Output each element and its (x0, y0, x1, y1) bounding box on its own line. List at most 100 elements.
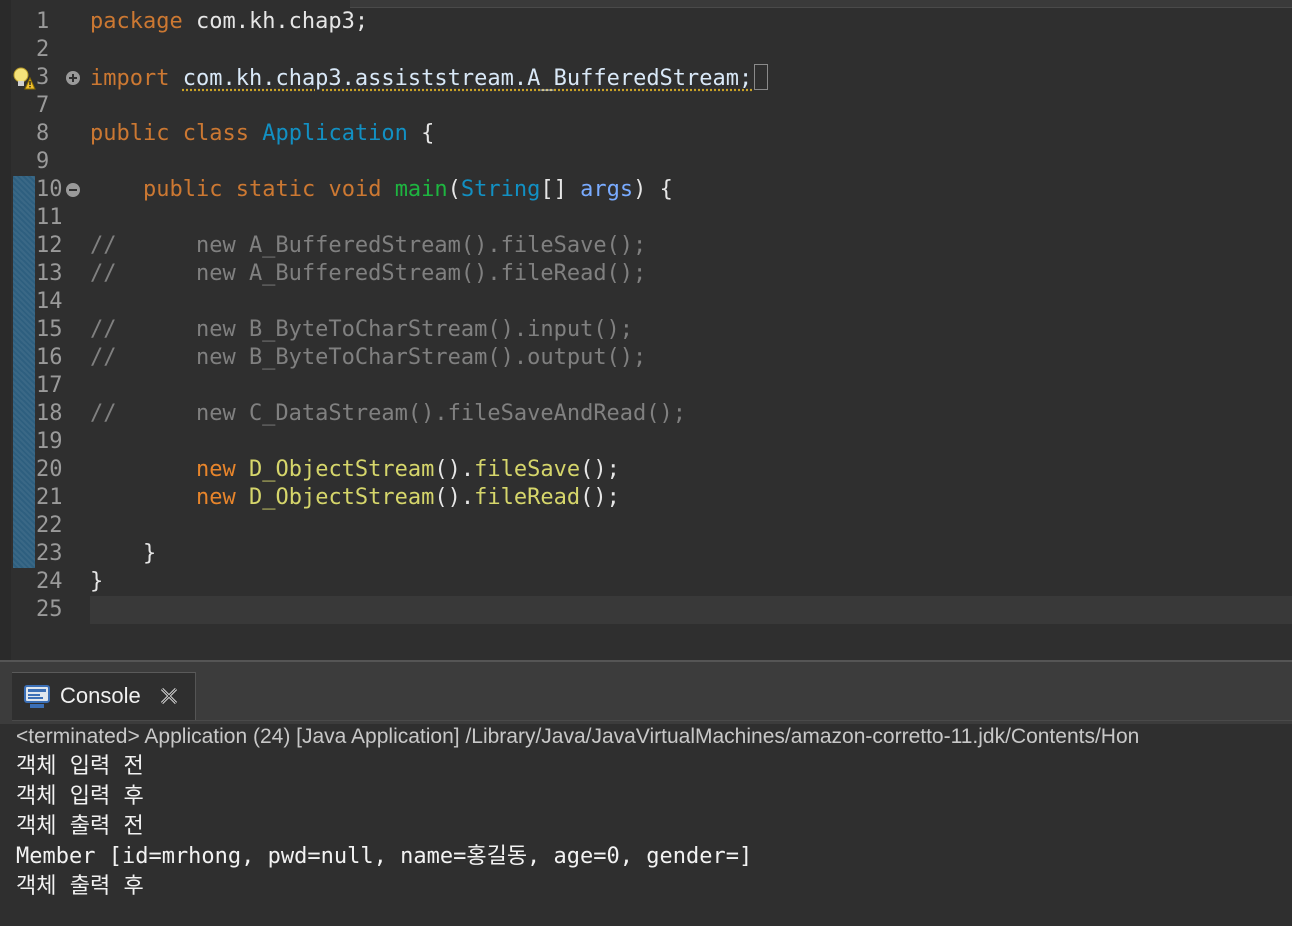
line-number: 14 (36, 289, 63, 314)
change-marker (13, 484, 35, 512)
code-text[interactable]: public class Application { (90, 120, 434, 148)
console-output-line: 객체 출력 후 (16, 874, 144, 899)
code-text[interactable]: // new B_ByteToCharStream().input(); (90, 316, 633, 344)
line-number: 10 (36, 177, 63, 202)
line-number: 19 (36, 429, 63, 454)
code-line[interactable]: 13 // new A_BufferedStream().fileRead(); (0, 260, 1292, 288)
console-status-line: <terminated> Application (24) [Java Appl… (16, 725, 1140, 748)
code-token: (); (580, 485, 620, 510)
code-token: // new A_BufferedStream().fileSave(); (90, 233, 647, 258)
code-line[interactable]: 22 (0, 512, 1292, 540)
console-tab-label: Console (60, 683, 141, 708)
code-line[interactable]: 12 // new A_BufferedStream().fileSave(); (0, 232, 1292, 260)
code-token: // new B_ByteToCharStream().input(); (90, 317, 634, 342)
code-line[interactable]: 23 } (0, 540, 1292, 568)
code-line[interactable]: 1 package com.kh.chap3; (0, 8, 1292, 36)
line-number: 20 (36, 457, 63, 482)
code-token: (). (434, 485, 475, 510)
code-token: public (142, 177, 223, 202)
code-text[interactable]: } (90, 568, 103, 596)
code-line[interactable]: 14 (0, 288, 1292, 316)
code-editor[interactable]: 1 package com.kh.chap3; 2 3 import com.kh.ch… (0, 0, 1292, 660)
code-token: public (90, 121, 170, 146)
line-number: 1 (36, 9, 50, 34)
code-line[interactable]: 18 // new C_DataStream().fileSaveAndRead(… (0, 400, 1292, 428)
code-token: package (90, 9, 183, 34)
code-token: void (328, 177, 382, 202)
code-token: new (195, 457, 236, 482)
code-text[interactable]: } (90, 540, 156, 568)
code-line[interactable]: 3 import com.kh.chap3.assiststream.A_Buff… (0, 64, 1292, 92)
console-output[interactable]: 객체 입력 전 객체 입력 후 객체 출력 전 Member [id=mrhong, … (16, 752, 752, 902)
code-line[interactable]: 11 (0, 204, 1292, 232)
code-token: { (407, 121, 435, 146)
code-text[interactable]: // new B_ByteToCharStream().output(); (90, 344, 646, 372)
code-token: String (460, 177, 541, 202)
code-line[interactable]: 16 // new B_ByteToCharStream().output(); (0, 344, 1292, 372)
change-marker (13, 232, 35, 260)
code-token: Application (262, 121, 408, 146)
code-line[interactable]: 21 new D_ObjectStream().fileRead(); (0, 484, 1292, 512)
change-marker (13, 176, 35, 204)
code-line[interactable]: 20 new D_ObjectStream().fileSave(); (0, 456, 1292, 484)
line-number: 22 (36, 513, 63, 538)
folded-imports-box[interactable] (754, 64, 769, 90)
code-token: // new A_BufferedStream().fileRead(); (90, 261, 647, 286)
close-icon[interactable] (159, 686, 179, 706)
code-text[interactable]: public static void main(String[] args) { (90, 176, 673, 204)
code-text[interactable]: new D_ObjectStream().fileSave(); (90, 456, 620, 484)
change-marker (13, 540, 35, 568)
code-line[interactable]: 19 (0, 428, 1292, 456)
line-number: 25 (36, 597, 63, 622)
expand-fold-icon[interactable] (66, 71, 80, 85)
change-marker (13, 288, 35, 316)
code-text[interactable]: // new A_BufferedStream().fileRead(); (90, 260, 646, 288)
tab-console[interactable]: Console (12, 672, 196, 721)
code-line[interactable]: 10 public static void main(String[] args… (0, 176, 1292, 204)
collapse-fold-icon[interactable] (66, 183, 80, 197)
line-number: 2 (36, 37, 50, 62)
warning-lightbulb-icon[interactable] (12, 66, 36, 90)
code-token: class (182, 121, 249, 146)
console-icon (24, 685, 50, 708)
code-line[interactable]: 25 (0, 596, 1292, 624)
code-token: D_ObjectStream (248, 457, 435, 482)
code-text[interactable]: // new C_DataStream().fileSaveAndRead(); (90, 400, 686, 428)
console-output-line: 객체 입력 후 (16, 784, 144, 809)
code-text[interactable]: new D_ObjectStream().fileRead(); (90, 484, 620, 512)
change-marker (13, 316, 35, 344)
code-line[interactable]: 8 public class Application { (0, 120, 1292, 148)
code-token: } (90, 541, 157, 566)
console-divider (12, 720, 1292, 721)
code-line[interactable]: 7 (0, 92, 1292, 120)
change-marker (13, 512, 35, 540)
line-number: 17 (36, 373, 63, 398)
code-line[interactable]: 15 // new B_ByteToCharStream().input(); (0, 316, 1292, 344)
code-token: // new B_ByteToCharStream().output(); (90, 345, 647, 370)
code-token: args (580, 177, 634, 202)
code-line[interactable]: 24} (0, 568, 1292, 596)
change-marker (13, 344, 35, 372)
code-token: main (394, 177, 448, 202)
line-number: 13 (36, 261, 63, 286)
code-line[interactable]: 2 (0, 36, 1292, 64)
code-text[interactable]: // new A_BufferedStream().fileSave(); (90, 232, 646, 260)
code-text[interactable]: import com.kh.chap3.assiststream.A_Buffe… (90, 64, 769, 93)
code-token: ) { (633, 177, 673, 202)
code-token: (). (434, 457, 475, 482)
code-line[interactable]: 17 (0, 372, 1292, 400)
code-token: com.kh.chap3.assiststream.A_BufferedStre… (182, 66, 753, 91)
code-line[interactable]: 9 (0, 148, 1292, 176)
code-token: import (90, 66, 170, 91)
console-output-line: Member [id=mrhong, pwd=null, name=홍길동, a… (16, 844, 753, 869)
code-text[interactable]: package com.kh.chap3; (90, 8, 368, 36)
